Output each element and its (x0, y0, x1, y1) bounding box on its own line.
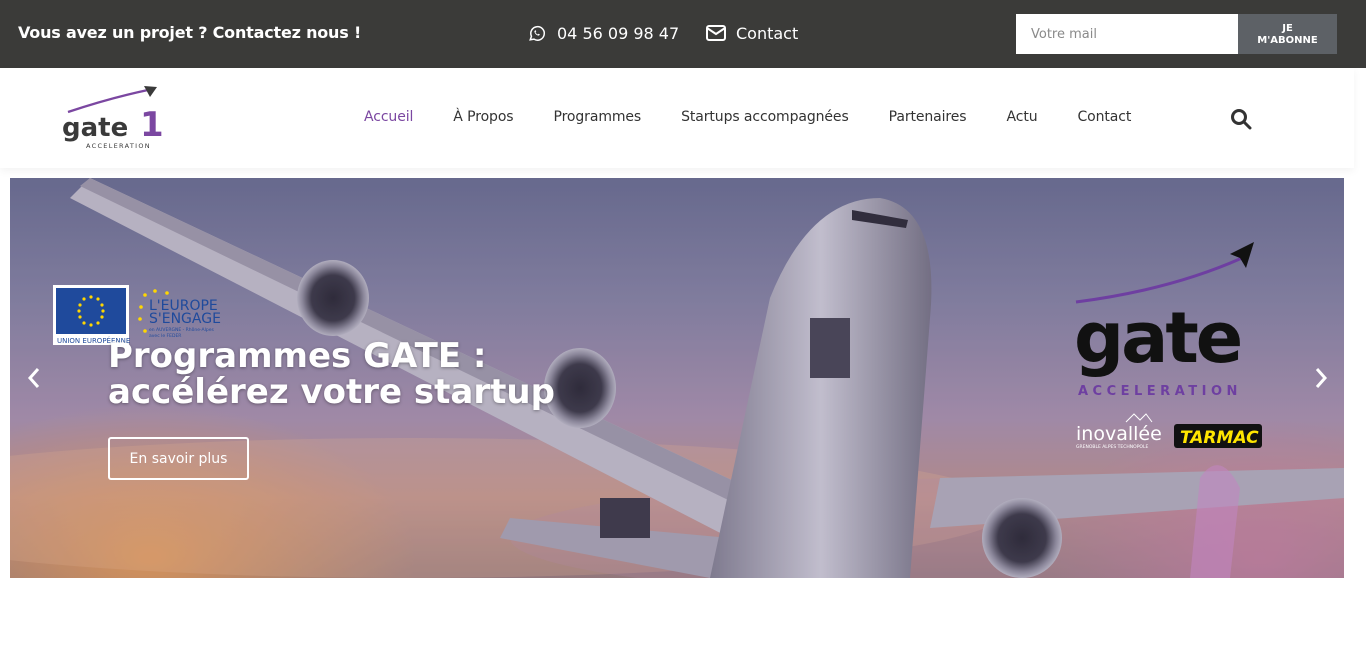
phone-link[interactable]: 04 56 09 98 47 (527, 23, 679, 43)
chevron-right-icon (1315, 368, 1328, 388)
main-nav: Accueil À Propos Programmes Startups acc… (364, 109, 1171, 125)
chevron-left-icon (27, 368, 40, 388)
inovallee-sub: GRENOBLE ALPES TECHNOPOLE (1076, 444, 1148, 450)
nav-item-contact[interactable]: Contact (1078, 109, 1132, 125)
subscribe-button[interactable]: JE M'ABONNE (1238, 14, 1337, 54)
search-button[interactable] (1228, 106, 1254, 132)
nav-item-programmes[interactable]: Programmes (553, 109, 641, 125)
logo-sub: ACCELERATION (86, 142, 151, 150)
tagline: Vous avez un projet ? Contactez nous ! (18, 23, 362, 42)
eu-line2: S'ENGAGE (149, 311, 221, 327)
gate-logo-word: gate (1074, 297, 1241, 379)
phone-number: 04 56 09 98 47 (557, 23, 680, 43)
slider-prev-button[interactable] (22, 366, 46, 390)
contact-label: Contact (736, 23, 799, 43)
hero-slider: UNION EUROPÉENNE L'EUROPE S'ENGAGE en AU… (10, 178, 1344, 578)
learn-more-button[interactable]: En savoir plus (108, 437, 249, 480)
site-logo[interactable]: gate 1 ACCELERATION (60, 84, 164, 152)
tarmac-logo: TARMAC (1180, 428, 1259, 448)
envelope-icon (706, 23, 726, 43)
gate-logo-sub: ACCELERATION (1078, 384, 1242, 399)
whatsapp-icon (527, 23, 547, 43)
top-bar: Vous avez un projet ? Contactez nous ! 0… (0, 0, 1366, 68)
newsletter-form: JE M'ABONNE (1016, 14, 1337, 54)
site-header: gate 1 ACCELERATION Accueil À Propos Pro… (0, 68, 1354, 168)
search-icon (1231, 109, 1252, 130)
subscribe-label-line2: M'ABONNE (1257, 35, 1318, 46)
inovallee-logo: inovallée (1076, 423, 1162, 445)
slider-next-button[interactable] (1309, 366, 1333, 390)
nav-item-accueil[interactable]: Accueil (364, 109, 413, 125)
logo-word: gate (62, 113, 128, 143)
gate-acceleration-logo: gate ACCELERATION (1074, 242, 1254, 399)
slide-title: Programmes GATE : accélérez votre startu… (108, 336, 555, 412)
partner-logos: inovallée GRENOBLE ALPES TECHNOPOLE TARM… (1076, 413, 1262, 450)
nav-item-actu[interactable]: Actu (1007, 109, 1038, 125)
nav-item-startups[interactable]: Startups accompagnées (681, 109, 849, 125)
logo-number: 1 (140, 105, 164, 145)
nav-item-a-propos[interactable]: À Propos (453, 109, 513, 125)
nav-item-partenaires[interactable]: Partenaires (889, 109, 967, 125)
contact-link[interactable]: Contact (706, 23, 798, 43)
email-field[interactable] (1016, 14, 1238, 54)
subscribe-label-line1: JE (1282, 23, 1293, 34)
eu-line3: en AUVERGNE - Rhône-Alpes (149, 326, 214, 333)
